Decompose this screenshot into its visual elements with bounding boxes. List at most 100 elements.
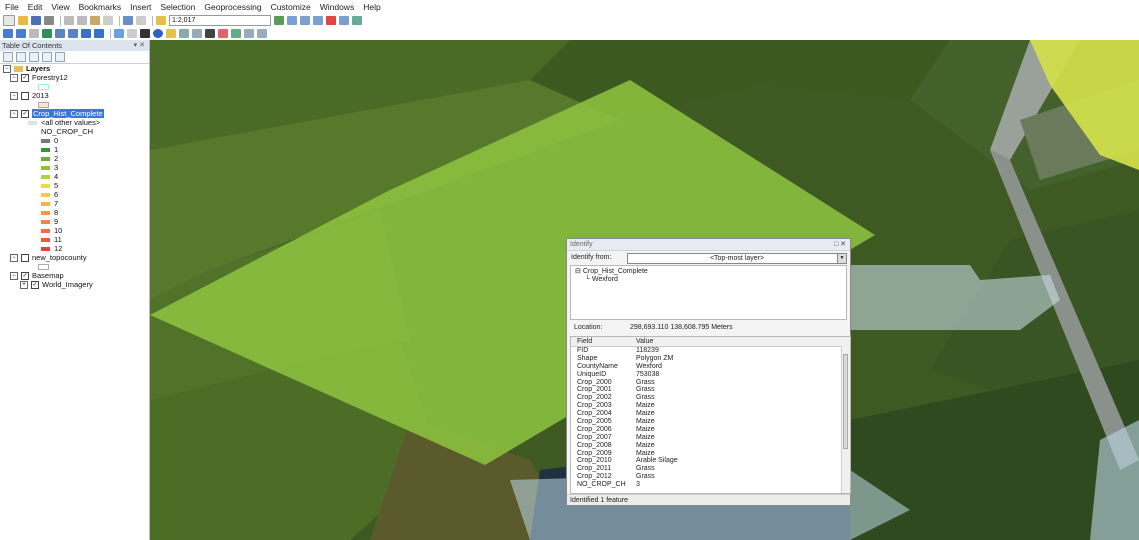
layer-visibility-checkbox[interactable]: [21, 254, 29, 263]
zoom-in-icon[interactable]: [3, 29, 13, 38]
table-of-contents-icon[interactable]: [287, 16, 297, 25]
measure-icon[interactable]: [192, 29, 202, 38]
python-window-icon[interactable]: [339, 16, 349, 25]
legend-swatch[interactable]: [41, 238, 50, 243]
menu-customize[interactable]: Customize: [271, 2, 311, 12]
collapse-icon[interactable]: −: [10, 92, 18, 101]
layer-crop-hist[interactable]: − ✓ Crop_Hist_Complete: [0, 109, 149, 119]
select-elements-icon[interactable]: [140, 29, 150, 38]
menu-windows[interactable]: Windows: [320, 2, 354, 12]
attribute-row[interactable]: Crop_2009 Maize: [571, 450, 850, 458]
catalog-icon[interactable]: [300, 16, 310, 25]
list-by-drawing-order-icon[interactable]: [3, 52, 13, 62]
attribute-row[interactable]: Crop_2005 Maize: [571, 418, 850, 426]
layer-visibility-checkbox[interactable]: ✓: [31, 281, 39, 290]
legend-swatch[interactable]: [41, 139, 50, 144]
legend-swatch[interactable]: [41, 202, 50, 207]
list-by-source-icon[interactable]: [16, 52, 26, 62]
close-icon[interactable]: □ ✕: [834, 239, 846, 250]
toc-close-icon[interactable]: ▾ ✕: [134, 40, 145, 51]
layer-basemap[interactable]: − ✓ Basemap: [0, 271, 149, 281]
identify-icon[interactable]: [153, 29, 163, 38]
collapse-icon[interactable]: −: [10, 110, 18, 119]
go-forward-icon[interactable]: [94, 29, 104, 38]
search-window-icon[interactable]: [313, 16, 323, 25]
collapse-icon[interactable]: −: [10, 272, 18, 281]
attribute-row[interactable]: Crop_2000 Grass: [571, 379, 850, 387]
legend-swatch[interactable]: [41, 148, 50, 153]
list-by-visibility-icon[interactable]: [29, 52, 39, 62]
toc-options-icon[interactable]: [55, 52, 65, 62]
fixed-zoom-out-icon[interactable]: [68, 29, 78, 38]
go-back-icon[interactable]: [81, 29, 91, 38]
legend-swatch[interactable]: [41, 247, 50, 252]
menu-selection[interactable]: Selection: [160, 2, 195, 12]
find-icon[interactable]: [205, 29, 215, 38]
legend-swatch[interactable]: [41, 184, 50, 189]
find-route-icon[interactable]: [218, 29, 228, 38]
attribute-row[interactable]: Crop_2008 Maize: [571, 442, 850, 450]
field-column-header[interactable]: Field: [577, 337, 592, 346]
attributes-scrollbar[interactable]: [841, 346, 850, 493]
result-feature-node[interactable]: └ Wexford: [575, 276, 842, 284]
attribute-row[interactable]: Crop_2006 Maize: [571, 426, 850, 434]
new-document-icon[interactable]: [3, 15, 15, 26]
menu-file[interactable]: File: [5, 2, 19, 12]
save-icon[interactable]: [31, 16, 41, 25]
print-icon[interactable]: [44, 16, 54, 25]
layer-topocounty[interactable]: − new_topocounty: [0, 253, 149, 263]
attribute-row[interactable]: UniqueID 753038: [571, 371, 850, 379]
menu-bookmarks[interactable]: Bookmarks: [79, 2, 122, 12]
list-by-selection-icon[interactable]: [42, 52, 52, 62]
clear-selection-icon[interactable]: [127, 29, 137, 38]
layer-visibility-checkbox[interactable]: [21, 92, 29, 101]
menu-help[interactable]: Help: [363, 2, 380, 12]
arctoolbox-icon[interactable]: [326, 16, 336, 25]
layer-visibility-checkbox[interactable]: ✓: [21, 272, 29, 281]
attribute-row[interactable]: Crop_2011 Grass: [571, 465, 850, 473]
legend-swatch[interactable]: [41, 175, 50, 180]
time-slider-icon[interactable]: [244, 29, 254, 38]
attribute-row[interactable]: NO_CROP_CH 3: [571, 481, 850, 489]
hyperlink-icon[interactable]: [166, 29, 176, 38]
menu-view[interactable]: View: [51, 2, 69, 12]
fixed-zoom-in-icon[interactable]: [55, 29, 65, 38]
layer-visibility-checkbox[interactable]: ✓: [21, 110, 29, 119]
open-folder-icon[interactable]: [18, 16, 28, 25]
menu-insert[interactable]: Insert: [130, 2, 151, 12]
scrollbar-thumb[interactable]: [843, 354, 848, 449]
zoom-out-icon[interactable]: [16, 29, 26, 38]
attribute-row[interactable]: Crop_2002 Grass: [571, 394, 850, 402]
editor-toolbar-icon[interactable]: [274, 16, 284, 25]
cut-icon[interactable]: [64, 16, 74, 25]
attribute-row[interactable]: Crop_2003 Maize: [571, 402, 850, 410]
collapse-icon[interactable]: −: [10, 254, 18, 263]
modelbuilder-icon[interactable]: [352, 16, 362, 25]
attribute-row[interactable]: Crop_2012 Grass: [571, 473, 850, 481]
collapse-icon[interactable]: ⊟: [575, 268, 583, 275]
menu-edit[interactable]: Edit: [28, 2, 43, 12]
undo-icon[interactable]: [123, 16, 133, 25]
pan-icon[interactable]: [29, 29, 39, 38]
identify-title-bar[interactable]: Identify □ ✕: [567, 239, 850, 251]
layer-visibility-checkbox[interactable]: ✓: [21, 74, 29, 83]
expand-icon[interactable]: +: [20, 281, 28, 290]
attribute-row[interactable]: Shape Polygon ZM: [571, 355, 850, 363]
legend-swatch[interactable]: [41, 166, 50, 171]
legend-swatch[interactable]: [41, 220, 50, 225]
full-extent-icon[interactable]: [42, 29, 52, 38]
attribute-row[interactable]: Crop_2010 Arable Silage: [571, 457, 850, 465]
legend-swatch[interactable]: [41, 157, 50, 162]
collapse-icon[interactable]: −: [10, 74, 18, 83]
layer-forestry[interactable]: − ✓ Forestry12: [0, 73, 149, 83]
go-to-xy-icon[interactable]: [231, 29, 241, 38]
attribute-row[interactable]: Crop_2001 Grass: [571, 386, 850, 394]
result-layer-node[interactable]: ⊟ Crop_Hist_Complete: [575, 268, 842, 276]
legend-swatch[interactable]: [41, 211, 50, 216]
collapse-icon[interactable]: −: [3, 65, 11, 74]
attribute-row[interactable]: Crop_2007 Maize: [571, 434, 850, 442]
delete-icon[interactable]: [103, 16, 113, 25]
legend-swatch[interactable]: [41, 193, 50, 198]
attribute-row[interactable]: Crop_2004 Maize: [571, 410, 850, 418]
copy-icon[interactable]: [77, 16, 87, 25]
